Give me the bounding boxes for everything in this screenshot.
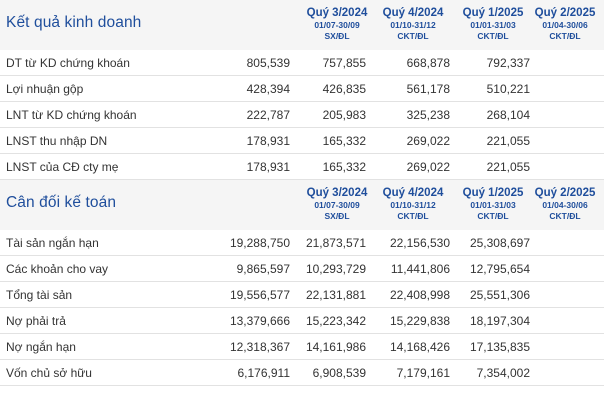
cell-value: 14,168,426 [389, 340, 450, 354]
cell-value: 22,156,530 [389, 236, 450, 250]
table-row: Các khoản cho vay 9,865,597 10,293,729 1… [0, 256, 604, 282]
cell-value: 268,104 [486, 108, 530, 122]
cell-value: 21,873,571 [305, 236, 366, 250]
cell-value: 6,908,539 [312, 366, 366, 380]
cell-value: 7,179,161 [396, 366, 450, 380]
table-row: LNST thu nhập DN 178,931 165,332 269,022… [0, 128, 604, 154]
cell-value: 25,551,306 [469, 288, 530, 302]
cell-value: 11,441,806 [390, 262, 450, 276]
section-title-balance[interactable]: Cân đối kế toán [6, 194, 116, 212]
column-header-q1-2025[interactable]: Quý 1/2025 01/01-31/03 CKT/ĐL [454, 186, 532, 222]
table-row: DT từ KD chứng khoán 805,539 757,855 668… [0, 50, 604, 76]
table-row: Tổng tài sản 19,556,577 22,131,881 22,40… [0, 282, 604, 308]
row-label[interactable]: LNST của CĐ cty mẹ [6, 160, 118, 174]
row-label[interactable]: Vốn chủ sở hữu [6, 366, 92, 380]
column-header-q4-2024[interactable]: Quý 4/2024 01/10-31/12 CKT/ĐL [374, 6, 452, 42]
cell-value: 205,983 [322, 108, 366, 122]
row-label[interactable]: Tổng tài sản [6, 288, 72, 302]
cell-value: 269,022 [406, 134, 450, 148]
table-row: Nợ phải trả 13,379,666 15,223,342 15,229… [0, 308, 604, 334]
table-row: LNST của CĐ cty mẹ 178,931 165,332 269,0… [0, 154, 604, 180]
row-label[interactable]: LNT từ KD chứng khoán [6, 108, 137, 122]
column-header-q1-2025[interactable]: Quý 1/2025 01/01-31/03 CKT/ĐL [454, 6, 532, 42]
row-label[interactable]: Nợ ngắn hạn [6, 340, 76, 354]
cell-value: 22,408,998 [389, 288, 450, 302]
cell-value: 25,308,697 [469, 236, 530, 250]
column-header-q2-2025[interactable]: Quý 2/2025 01/04-30/06 CKT/ĐL [526, 186, 604, 222]
cell-value: 18,197,304 [469, 314, 530, 328]
cell-value: 22,131,881 [305, 288, 366, 302]
balance-sheet-header: Cân đối kế toán Quý 3/2024 01/07-30/09 S… [0, 180, 604, 230]
row-label[interactable]: Các khoản cho vay [6, 262, 108, 276]
cell-value: 10,293,729 [305, 262, 366, 276]
column-header-q3-2024[interactable]: Quý 3/2024 01/07-30/09 SX/ĐL [298, 186, 376, 222]
balance-sheet-section: Cân đối kế toán Quý 3/2024 01/07-30/09 S… [0, 180, 604, 386]
cell-value: 269,022 [406, 160, 450, 174]
cell-value: 668,878 [406, 56, 450, 70]
cell-value: 757,855 [322, 56, 366, 70]
row-label[interactable]: Lợi nhuận gộp [6, 82, 83, 96]
income-statement-section: Kết quả kinh doanh Quý 3/2024 01/07-30/0… [0, 0, 604, 180]
cell-value: 510,221 [486, 82, 530, 96]
row-label[interactable]: LNST thu nhập DN [6, 134, 107, 148]
cell-value: 165,332 [322, 134, 366, 148]
table-row: Lợi nhuận gộp 428,394 426,835 561,178 51… [0, 76, 604, 102]
column-header-q2-2025[interactable]: Quý 2/2025 01/04-30/06 CKT/ĐL [526, 6, 604, 42]
row-label[interactable]: Nợ phải trả [6, 314, 66, 328]
cell-value: 792,337 [486, 56, 530, 70]
cell-value: 15,229,838 [389, 314, 450, 328]
cell-value: 14,161,986 [305, 340, 366, 354]
cell-value: 165,332 [322, 160, 366, 174]
table-row: LNT từ KD chứng khoán 222,787 205,983 32… [0, 102, 604, 128]
row-label[interactable]: Tài sản ngắn hạn [6, 236, 99, 250]
cell-value: 561,178 [406, 82, 450, 96]
column-header-q3-2024[interactable]: Quý 3/2024 01/07-30/09 SX/ĐL [298, 6, 376, 42]
cell-value: 17,135,835 [469, 340, 530, 354]
cell-value: 7,354,002 [476, 366, 530, 380]
table-row: Tài sản ngắn hạn 19,288,750 21,873,571 2… [0, 230, 604, 256]
cell-value: 325,238 [406, 108, 450, 122]
cell-value: 12,795,654 [469, 262, 530, 276]
cell-value: 221,055 [486, 134, 530, 148]
row-label[interactable]: DT từ KD chứng khoán [6, 56, 130, 70]
cell-value: 426,835 [322, 82, 366, 96]
column-header-q4-2024[interactable]: Quý 4/2024 01/10-31/12 CKT/ĐL [374, 186, 452, 222]
table-row: Vốn chủ sở hữu 6,176,911 6,908,539 7,179… [0, 360, 604, 386]
cell-value: 15,223,342 [305, 314, 366, 328]
table-row: Nợ ngắn hạn 12,318,367 14,161,986 14,168… [0, 334, 604, 360]
section-title-income[interactable]: Kết quả kinh doanh [6, 14, 141, 32]
income-statement-header: Kết quả kinh doanh Quý 3/2024 01/07-30/0… [0, 0, 604, 50]
cell-value: 221,055 [486, 160, 530, 174]
